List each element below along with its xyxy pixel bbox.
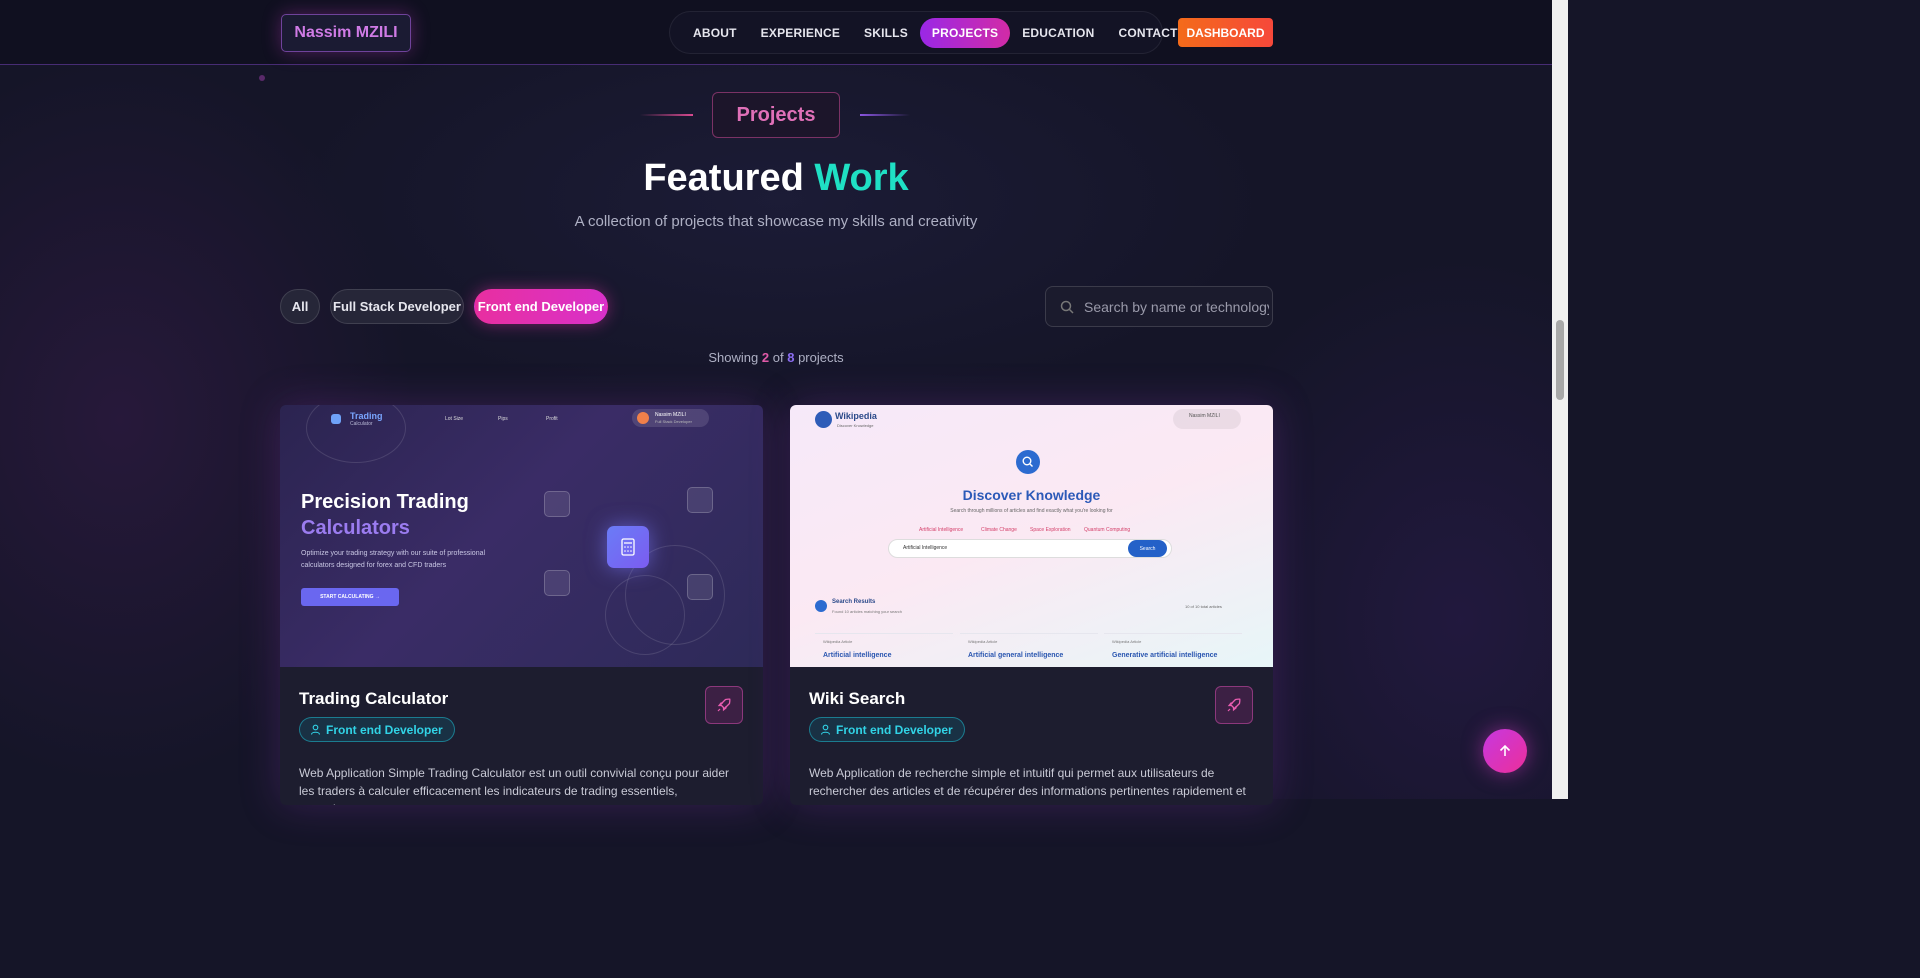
- preview-brand-sub: Discover Knowledge: [837, 423, 874, 428]
- project-title: Wiki Search: [809, 689, 906, 708]
- user-icon: [310, 724, 321, 735]
- category-label: Front end Developer: [326, 722, 443, 737]
- preview-user-chip: Nassim MZILI Full Stack Developer: [632, 409, 709, 427]
- search-icon: [1016, 450, 1040, 474]
- preview-nav-item: Lot Size: [445, 416, 464, 422]
- results-title: Search Results: [832, 599, 876, 605]
- project-search: [1045, 286, 1273, 327]
- nav-item-skills[interactable]: SKILLS: [852, 18, 920, 48]
- preview-user-role: Full Stack Developer: [655, 419, 692, 424]
- preview-text: Search through millions of articles and …: [950, 508, 1113, 514]
- section-title: Featured Work: [0, 157, 1552, 200]
- preview-cta: START CALCULATING →: [301, 588, 399, 606]
- launch-project-button[interactable]: [705, 686, 743, 724]
- project-description: Web Application de recherche simple et i…: [809, 766, 1246, 798]
- preview-user-name: Nassim MZILI: [655, 412, 686, 418]
- category-badge: Front end Developer: [299, 717, 455, 742]
- preview-brand-sub: Calculator: [350, 421, 373, 427]
- preview-user-name: Nassim MZILI: [1189, 413, 1220, 419]
- divider-line-right: [860, 114, 910, 116]
- showing-of: of: [772, 350, 784, 365]
- scrollbar-thumb[interactable]: [1556, 320, 1564, 400]
- project-card[interactable]: Trading Calculator Lot Size Pips Profit …: [280, 405, 763, 805]
- result-meta: Wikipedia Article: [823, 639, 853, 644]
- launch-project-button[interactable]: [1215, 686, 1253, 724]
- results-count: Showing 2 of 8 projects: [0, 350, 1552, 365]
- avatar: [637, 412, 649, 424]
- results-total: 10 of 10 total articles: [1185, 604, 1222, 609]
- main-menu: ABOUT EXPERIENCE SKILLS PROJECTS EDUCATI…: [669, 11, 1177, 54]
- project-card[interactable]: Wikipedia Discover Knowledge Nassim MZIL…: [790, 405, 1273, 805]
- project-description: Web Application Simple Trading Calculato…: [299, 766, 730, 805]
- rocket-icon: [1227, 698, 1241, 712]
- divider-line-left: [640, 114, 693, 116]
- total-count: 8: [787, 350, 795, 365]
- preview-brand: Wikipedia: [835, 411, 877, 421]
- preview-tag: Quantum Computing: [1084, 527, 1131, 533]
- result-meta: Wikipedia Article: [1112, 639, 1142, 644]
- title-accent: Work: [814, 157, 909, 199]
- results-subtitle: Found 10 articles matching your search: [832, 609, 903, 614]
- search-input[interactable]: [1084, 287, 1269, 326]
- preview-headline: Discover Knowledge: [962, 487, 1101, 503]
- nav-item-projects[interactable]: PROJECTS: [919, 17, 1011, 48]
- decor-ring: [605, 575, 685, 655]
- percent-tile-icon: [687, 487, 713, 513]
- wallet-tile-icon: [544, 570, 570, 596]
- search-icon: [1060, 300, 1074, 314]
- filter-front-end[interactable]: Front end Developer: [474, 289, 608, 324]
- preview-headline: Precision Trading: [301, 491, 469, 513]
- preview-nav-item: Pips: [498, 416, 508, 422]
- project-preview-wiki[interactable]: Wikipedia Discover Knowledge Nassim MZIL…: [790, 405, 1273, 667]
- result-card: Wikipedia Article Generative artificial …: [1104, 633, 1242, 667]
- category-label: Front end Developer: [836, 722, 953, 737]
- dashboard-button[interactable]: DASHBOARD: [1178, 18, 1273, 47]
- nav-item-experience[interactable]: EXPERIENCE: [749, 18, 852, 48]
- calculator-logo-icon: [331, 414, 341, 424]
- chart-tile-icon: [544, 491, 570, 517]
- preview-user-chip: Nassim MZILI: [1173, 409, 1241, 429]
- project-title: Trading Calculator: [299, 689, 449, 708]
- preview-text: Optimize your trading strategy with our …: [301, 550, 486, 569]
- results-icon: [815, 600, 827, 612]
- preview-tag: Space Exploration: [1030, 527, 1071, 533]
- brand-logo[interactable]: Nassim MZILI: [281, 14, 411, 52]
- user-icon: [820, 724, 831, 735]
- showing-prefix: Showing: [708, 350, 759, 365]
- blank-tile-icon: [687, 574, 713, 600]
- result-card: Wikipedia Article Artificial general int…: [960, 633, 1098, 667]
- showing-count: 2: [761, 350, 770, 365]
- project-preview-trading[interactable]: Trading Calculator Lot Size Pips Profit …: [280, 405, 763, 667]
- page-scrollbar[interactable]: [1552, 0, 1568, 799]
- filter-full-stack[interactable]: Full Stack Developer: [330, 289, 464, 324]
- result-card: Wikipedia Article Artificial intelligenc…: [815, 633, 953, 667]
- preview-headline-accent: Calculators: [301, 517, 410, 539]
- preview-search-button: Search: [1128, 540, 1167, 557]
- arrow-up-icon: [1499, 744, 1511, 756]
- decorative-dot: [259, 75, 265, 81]
- showing-suffix: projects: [798, 350, 844, 365]
- nav-item-about[interactable]: ABOUT: [681, 18, 749, 48]
- wikipedia-logo-icon: [815, 411, 832, 428]
- result-meta: Wikipedia Article: [968, 639, 998, 644]
- rocket-icon: [717, 698, 731, 712]
- title-main: Featured: [643, 157, 804, 199]
- section-subtitle: A collection of projects that showcase m…: [574, 213, 978, 230]
- scroll-to-top-button[interactable]: [1483, 729, 1527, 773]
- calculator-icon: [607, 526, 649, 568]
- result-title: Generative artificial intelligence: [1112, 652, 1218, 659]
- nav-item-education[interactable]: EDUCATION: [1010, 18, 1106, 48]
- preview-tag: Climate Change: [981, 527, 1017, 533]
- category-badge: Front end Developer: [809, 717, 965, 742]
- section-tag: Projects: [712, 92, 840, 138]
- result-title: Artificial intelligence: [823, 652, 892, 659]
- preview-nav-item: Profit: [546, 416, 558, 422]
- top-navbar: Nassim MZILI ABOUT EXPERIENCE SKILLS PRO…: [0, 0, 1552, 65]
- result-title: Artificial general intelligence: [968, 652, 1064, 659]
- preview-tag: Artificial Intelligence: [919, 527, 964, 533]
- preview-background: [790, 405, 1273, 667]
- preview-brand: Trading: [350, 411, 383, 421]
- filter-all[interactable]: All: [280, 289, 320, 324]
